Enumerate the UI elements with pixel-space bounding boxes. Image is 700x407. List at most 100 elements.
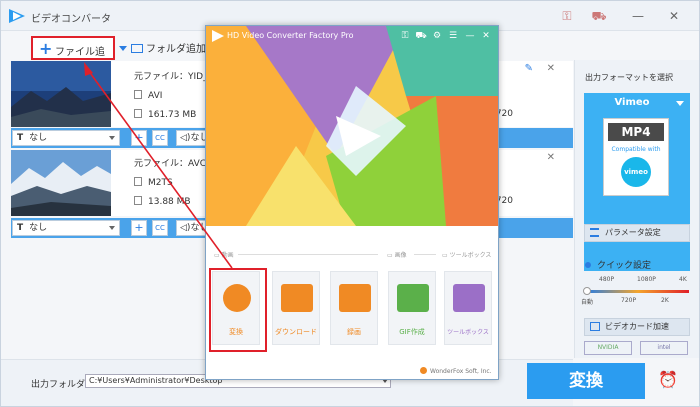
launcher-logo-icon: [212, 30, 224, 42]
text-icon: T: [17, 133, 24, 143]
section-image-text: 画像: [394, 252, 407, 259]
remove-file-icon[interactable]: ✕: [547, 63, 555, 74]
tick-label: 720P: [621, 297, 637, 304]
add-file-dropdown-icon[interactable]: [119, 46, 127, 51]
edit-name-icon[interactable]: ✎: [525, 63, 533, 74]
cc-icon[interactable]: CC: [152, 130, 168, 146]
tick-label: 480P: [599, 276, 615, 283]
divider: [414, 254, 436, 255]
source-file-text: 元ファイル：YID_: [134, 72, 208, 82]
chevron-down-icon: [109, 136, 115, 140]
cart-icon[interactable]: ⛟: [591, 8, 607, 24]
tick-label: 2K: [661, 297, 669, 304]
gpu-acceleration-button[interactable]: ビデオカード加速: [584, 318, 690, 336]
section-image-label: ▭ 画像: [387, 252, 407, 259]
quick-settings-icon: [585, 262, 591, 268]
size-value: 161.73 MB: [148, 110, 197, 120]
tick-label: 4K: [679, 276, 687, 283]
size-value: 13.88 MB: [148, 197, 191, 207]
cart-icon[interactable]: ⛟: [414, 29, 428, 43]
speaker-icon: ◁): [180, 223, 191, 233]
parameter-settings-button[interactable]: パラメータ設定: [584, 224, 690, 242]
subtitle-select[interactable]: T なし: [12, 220, 120, 236]
sliders-icon: [590, 228, 599, 237]
download-icon: [281, 284, 313, 312]
app-title: ビデオコンバータ: [31, 14, 111, 25]
format-text: M2TS: [134, 177, 173, 188]
gpu-icon: [590, 322, 600, 331]
settings-icon[interactable]: ⚙: [430, 29, 444, 43]
menu-icon[interactable]: ☰: [446, 29, 460, 43]
key-icon[interactable]: ⚿: [559, 8, 575, 24]
intel-logo[interactable]: intel: [640, 341, 688, 355]
divider: [238, 254, 378, 255]
text-icon: T: [17, 223, 24, 233]
close-button[interactable]: ✕: [479, 29, 493, 43]
output-format-panel: 出力フォーマットを選択 Vimeo MP4 Compatible with vi…: [574, 60, 699, 358]
section-tools-text: ツールボックス: [449, 252, 492, 259]
add-file-button[interactable]: + ファイル追加: [31, 36, 115, 73]
section-video-label: ▭ 動画: [214, 252, 234, 259]
quick-label-text: クイック設定: [597, 261, 652, 271]
toolbox-icon: [453, 284, 485, 312]
output-format-title: 出力フォーマットを選択: [585, 73, 673, 82]
key-icon[interactable]: ⚿: [398, 29, 412, 43]
convert-tile-highlight: [209, 268, 267, 352]
add-folder-label: フォルダ追加: [146, 44, 206, 55]
format-icon: [134, 90, 142, 99]
screen-record-icon: [339, 284, 371, 312]
video-thumbnail: [11, 61, 111, 127]
param-label: パラメータ設定: [605, 228, 661, 237]
cc-icon[interactable]: CC: [152, 220, 168, 236]
subtitle-select[interactable]: T なし: [12, 130, 120, 146]
format-selector[interactable]: Vimeo MP4 Compatible with vimeo: [584, 93, 690, 271]
alarm-clock-icon[interactable]: ⏰: [657, 370, 679, 392]
record-tile-label: 録画: [347, 328, 361, 336]
download-tile-label: ダウンロード: [275, 328, 317, 336]
download-tile[interactable]: ダウンロード: [272, 271, 320, 345]
quality-slider-handle[interactable]: [583, 287, 591, 295]
launcher-title-bar: HD Video Converter Factory Pro ⚿ ⛟ ⚙ ☰ —…: [206, 26, 498, 46]
toolbox-tile[interactable]: ツールボックス: [444, 271, 492, 345]
folder-icon: [131, 44, 143, 53]
size-text: 161.73 MB: [134, 109, 196, 120]
chevron-down-icon[interactable]: [676, 101, 684, 106]
launcher-footer-text: WonderFox Soft, Inc.: [430, 368, 492, 375]
size-text: 13.88 MB: [134, 196, 191, 207]
video-thumbnail: [11, 150, 111, 216]
add-subtitle-button[interactable]: +: [131, 130, 147, 146]
gif-tile[interactable]: GIF作成: [388, 271, 436, 345]
tick-label: 1080P: [637, 276, 656, 283]
gif-tile-label: GIF作成: [399, 328, 425, 336]
speaker-icon: ◁): [180, 133, 191, 143]
launcher-title: HD Video Converter Factory Pro: [227, 31, 354, 40]
format-card[interactable]: MP4 Compatible with vimeo: [603, 118, 669, 196]
minimize-button[interactable]: —: [463, 29, 477, 43]
tick-label: 自動: [581, 299, 594, 306]
minimize-button[interactable]: —: [629, 7, 647, 25]
format-value: AVI: [148, 91, 163, 101]
remove-file-icon[interactable]: ✕: [547, 152, 555, 163]
nvidia-logo[interactable]: NVIDIA: [584, 341, 632, 355]
add-folder-button[interactable]: フォルダ追加: [131, 40, 206, 55]
size-icon: [134, 196, 142, 205]
section-tools-label: ▭ ツールボックス: [442, 252, 492, 259]
app-logo-icon: [9, 9, 25, 23]
quality-slider[interactable]: [587, 290, 689, 293]
toolbox-tile-label: ツールボックス: [447, 329, 489, 336]
format-card-main: MP4: [608, 123, 664, 141]
quick-settings-label: クイック設定: [585, 258, 651, 271]
record-tile[interactable]: 録画: [330, 271, 378, 345]
format-value: M2TS: [148, 178, 173, 188]
format-name: Vimeo: [614, 97, 650, 108]
subtitle-value: なし: [29, 223, 48, 233]
image-icon: [397, 284, 429, 312]
launcher-banner: [206, 26, 498, 226]
close-button[interactable]: ✕: [665, 7, 683, 25]
convert-button[interactable]: 変換: [527, 363, 645, 399]
format-icon: [134, 177, 142, 186]
section-video-text: 動画: [221, 252, 234, 259]
add-subtitle-button[interactable]: +: [131, 220, 147, 236]
format-card-compat: Compatible with: [611, 146, 661, 153]
subtitle-value: なし: [29, 133, 48, 143]
